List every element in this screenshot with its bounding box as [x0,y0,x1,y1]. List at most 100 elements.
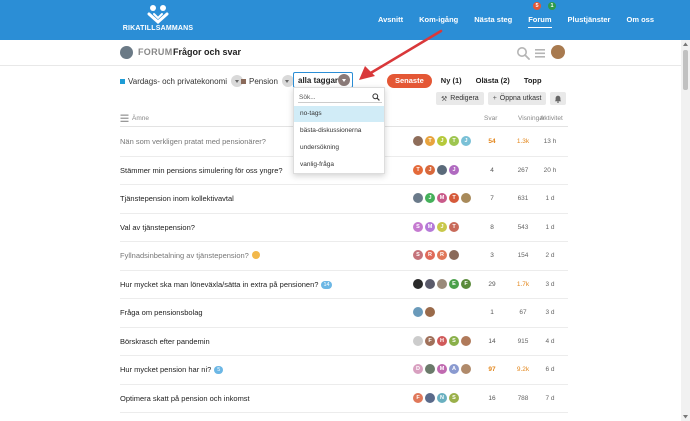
notification-badge-green[interactable]: 1 [548,2,556,10]
reply-count[interactable]: 1 [485,309,499,316]
avatar[interactable]: T [413,164,423,175]
topic-title-text[interactable]: Tjänstepension inom kollektivavtal [120,194,234,203]
avatar[interactable]: T [449,221,459,232]
reply-count[interactable]: 7 [485,195,499,202]
tag-option-no-tags[interactable]: no-tags [294,106,384,122]
topic-title[interactable]: Börskrasch efter pandemin [120,337,210,346]
avatar[interactable] [425,278,435,289]
activity-time[interactable]: 3 d [540,309,560,316]
tab-olasta[interactable]: Olästa (2) [469,74,517,88]
avatar[interactable]: R [425,250,435,260]
activity-time[interactable]: 20 h [540,167,560,174]
avatar[interactable] [425,364,435,374]
activity-time[interactable]: 1 d [540,224,560,231]
topic-title[interactable]: Tjänstepension inom kollektivavtal [120,194,234,203]
avatar[interactable] [413,278,423,289]
category-dropdown-vardags[interactable]: Vardags- och privatekonomi [120,74,244,88]
avatar[interactable]: M [437,364,447,374]
avatar[interactable]: E [449,278,459,289]
topic-row[interactable]: Optimera skatt på pension och inkomst F N S… [120,385,568,413]
topic-title[interactable]: Hur mycket ska man löneväxla/sätta in ex… [120,280,332,289]
avatar[interactable] [413,193,423,203]
new-posts-badge[interactable]: 14 [321,280,332,289]
column-header-replies[interactable]: Svar [484,115,497,122]
topic-title-text[interactable]: Hur mycket pension har ni? [120,365,211,374]
page-title[interactable]: Frågor och svar [173,47,241,57]
activity-time[interactable]: 13 h [540,138,560,145]
avatar[interactable]: A [449,364,459,374]
topic-title[interactable]: Val av tjänstepension? [120,223,195,232]
topic-row[interactable]: Fråga om pensionsbolag 1 67 3 d [120,299,568,328]
avatar[interactable]: M [437,193,447,203]
avatar[interactable]: J [449,164,459,175]
scroll-down-icon[interactable] [682,413,689,420]
avatar[interactable]: N [437,392,447,403]
activity-time[interactable]: 7 d [540,395,560,402]
topic-title[interactable]: Fråga om pensionsbolag [120,308,203,317]
notification-badge-red[interactable]: 5 [533,2,541,10]
topic-title[interactable]: Hur mycket pension har ni? 5 [120,365,224,374]
avatar[interactable] [437,164,447,175]
avatar[interactable]: J [425,164,435,175]
avatar[interactable]: S [449,392,459,403]
topic-row[interactable]: Tjänstepension inom kollektivavtal J M T 7 63… [120,185,568,214]
avatar[interactable] [437,278,447,289]
avatar[interactable]: S [449,335,459,346]
search-icon[interactable] [516,46,530,60]
avatar[interactable] [425,307,435,317]
topic-title-text[interactable]: Hur mycket ska man löneväxla/sätta in ex… [120,280,318,289]
topic-row[interactable]: Hur mycket ska man löneväxla/sätta in ex… [120,271,568,299]
forum-logo-icon[interactable] [120,46,133,59]
tag-option-vanlig-fraga[interactable]: vanlig-fråga [294,157,384,173]
topic-title[interactable]: Optimera skatt på pension och inkomst [120,394,250,403]
reply-count[interactable]: 97 [485,366,499,373]
reply-count[interactable]: 14 [485,338,499,345]
forum-word[interactable]: FORUM [138,47,173,57]
topic-title-text[interactable]: Fråga om pensionsbolag [120,308,203,317]
avatar[interactable]: J [425,193,435,203]
avatar[interactable] [413,307,423,317]
topic-title[interactable]: Fyllnadsinbetalning av tjänstepension? [120,251,260,260]
user-avatar[interactable] [551,45,565,59]
avatar[interactable] [413,335,423,346]
scroll-up-icon[interactable] [682,41,689,48]
avatar[interactable]: S [413,221,423,232]
tag-filter-dropdown[interactable]: alla taggar [293,72,353,88]
open-draft-button[interactable]: + Öppna utkast [487,92,547,105]
column-header-activity[interactable]: Aktivitet [540,115,563,122]
topic-row[interactable]: Val av tjänstepension? S M J T 8 543 1 d [120,214,568,242]
avatar[interactable]: J [437,136,447,146]
topic-row[interactable]: Hur mycket pension har ni? 5 D M A 97 9.2k 6 d [120,356,568,385]
brand-logo[interactable]: RIKATILLSAMMANS [118,4,198,36]
bulk-select-icon[interactable] [120,114,129,123]
activity-time[interactable]: 4 d [540,338,560,345]
avatar[interactable]: F [425,335,435,346]
avatar[interactable]: H [437,335,447,346]
avatar[interactable]: T [425,136,435,146]
topic-title-text[interactable]: Nän som verkligen pratat med pensionärer… [120,137,266,146]
edit-button[interactable]: ⚒ Redigera [436,92,484,105]
nav-link-nasta-steg[interactable]: Nästa steg [466,0,520,40]
avatar[interactable] [413,136,423,146]
activity-time[interactable]: 2 d [540,252,560,259]
avatar[interactable]: D [413,364,423,374]
avatar[interactable] [425,392,435,403]
topic-title[interactable]: Nän som verkligen pratat med pensionärer… [120,137,266,146]
activity-time[interactable]: 1 d [540,195,560,202]
chevron-down-icon[interactable] [338,74,350,86]
avatar[interactable]: S [413,250,423,260]
tag-search-input[interactable]: Sök... [298,92,382,103]
topic-title[interactable]: Stämmer min pensions simulering för oss … [120,166,283,175]
reply-count[interactable]: 29 [485,281,499,288]
avatar[interactable] [449,250,459,260]
tag-option-basta-diskussionerna[interactable]: bästa-diskussionerna [294,123,384,139]
nav-link-om-oss[interactable]: Om oss [618,0,662,40]
notification-level-button[interactable] [550,92,567,105]
avatar[interactable]: R [437,250,447,260]
topic-row[interactable]: Fyllnadsinbetalning av tjänstepension? S R… [120,242,568,271]
category-dropdown-pension[interactable]: Pension [241,74,294,88]
tag-option-undersokning[interactable]: undersökning [294,140,384,156]
activity-time[interactable]: 6 d [540,366,560,373]
avatar[interactable]: T [449,193,459,203]
reply-count[interactable]: 3 [485,252,499,259]
